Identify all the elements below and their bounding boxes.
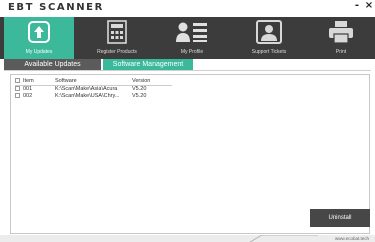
version-cell: V5.20	[132, 93, 147, 99]
minimize-button[interactable]: -	[352, 0, 362, 12]
toolbar-item-register-products[interactable]: Register Products	[82, 17, 152, 59]
software-table: Item Software Version 001 K:\Scan\Make\A…	[15, 78, 172, 100]
toolbar-label-support-tickets: Support Tickets	[251, 49, 287, 55]
app-title: EBT SCANNER	[8, 2, 104, 13]
toolbar-label-my-profile: My Profile	[180, 49, 204, 55]
toolbar-item-print[interactable]: Print	[310, 17, 372, 59]
software-header: Software	[55, 78, 132, 86]
item-header-label: Item	[23, 78, 34, 84]
table-row[interactable]: 002 K:\Scan\Make\USA\Chry... V5.20	[15, 93, 172, 100]
tab-software-management[interactable]: Software Management	[103, 59, 193, 70]
uninstall-button[interactable]: Uninstall	[310, 209, 370, 227]
table-row[interactable]: 001 K:\Scan\Make\Asia\Acura V5.20	[15, 86, 172, 94]
toolbar-label-print: Print	[335, 49, 347, 55]
tab-available-updates[interactable]: Available Updates	[4, 59, 101, 70]
item-header: Item	[15, 78, 55, 86]
calculator-icon	[106, 20, 128, 49]
item-cell: 001	[15, 86, 55, 94]
toolbar-item-support-tickets[interactable]: Support Tickets	[232, 17, 306, 59]
toolbar-label-register-products: Register Products	[97, 49, 137, 55]
version-cell: V5.20	[132, 86, 147, 92]
software-cell: K:\Scan\Make\Asia\Acura	[55, 86, 118, 92]
item-number: 002	[23, 93, 33, 99]
row-checkbox[interactable]	[15, 93, 20, 99]
row-checkbox[interactable]	[15, 86, 20, 92]
upload-icon	[27, 20, 51, 49]
title-bar: EBT SCANNER - ×	[0, 0, 375, 17]
status-handle-icon	[249, 235, 318, 242]
close-button[interactable]: ×	[364, 0, 374, 12]
tab-divider	[4, 70, 371, 71]
status-bar: www.ecobat.tech	[0, 235, 375, 242]
software-cell: K:\Scan\Make\USA\Chry...	[55, 93, 120, 99]
toolbar-item-my-profile[interactable]: My Profile	[157, 17, 227, 59]
item-number: 001	[23, 86, 33, 92]
main-toolbar: My Updates Register Products My Profile	[0, 17, 375, 59]
table-header-row: Item Software Version	[15, 78, 172, 86]
toolbar-label-my-updates: My Updates	[25, 49, 53, 55]
profile-icon	[175, 20, 209, 49]
status-url: www.ecobat.tech	[334, 236, 369, 241]
toolbar-item-my-updates[interactable]: My Updates	[4, 17, 74, 59]
tab-bar: Available Updates Software Management	[0, 59, 375, 70]
support-icon	[255, 20, 283, 49]
version-header: Version	[132, 78, 172, 86]
item-cell: 002	[15, 93, 55, 100]
printer-icon	[328, 20, 354, 49]
select-all-checkbox[interactable]	[15, 78, 20, 84]
